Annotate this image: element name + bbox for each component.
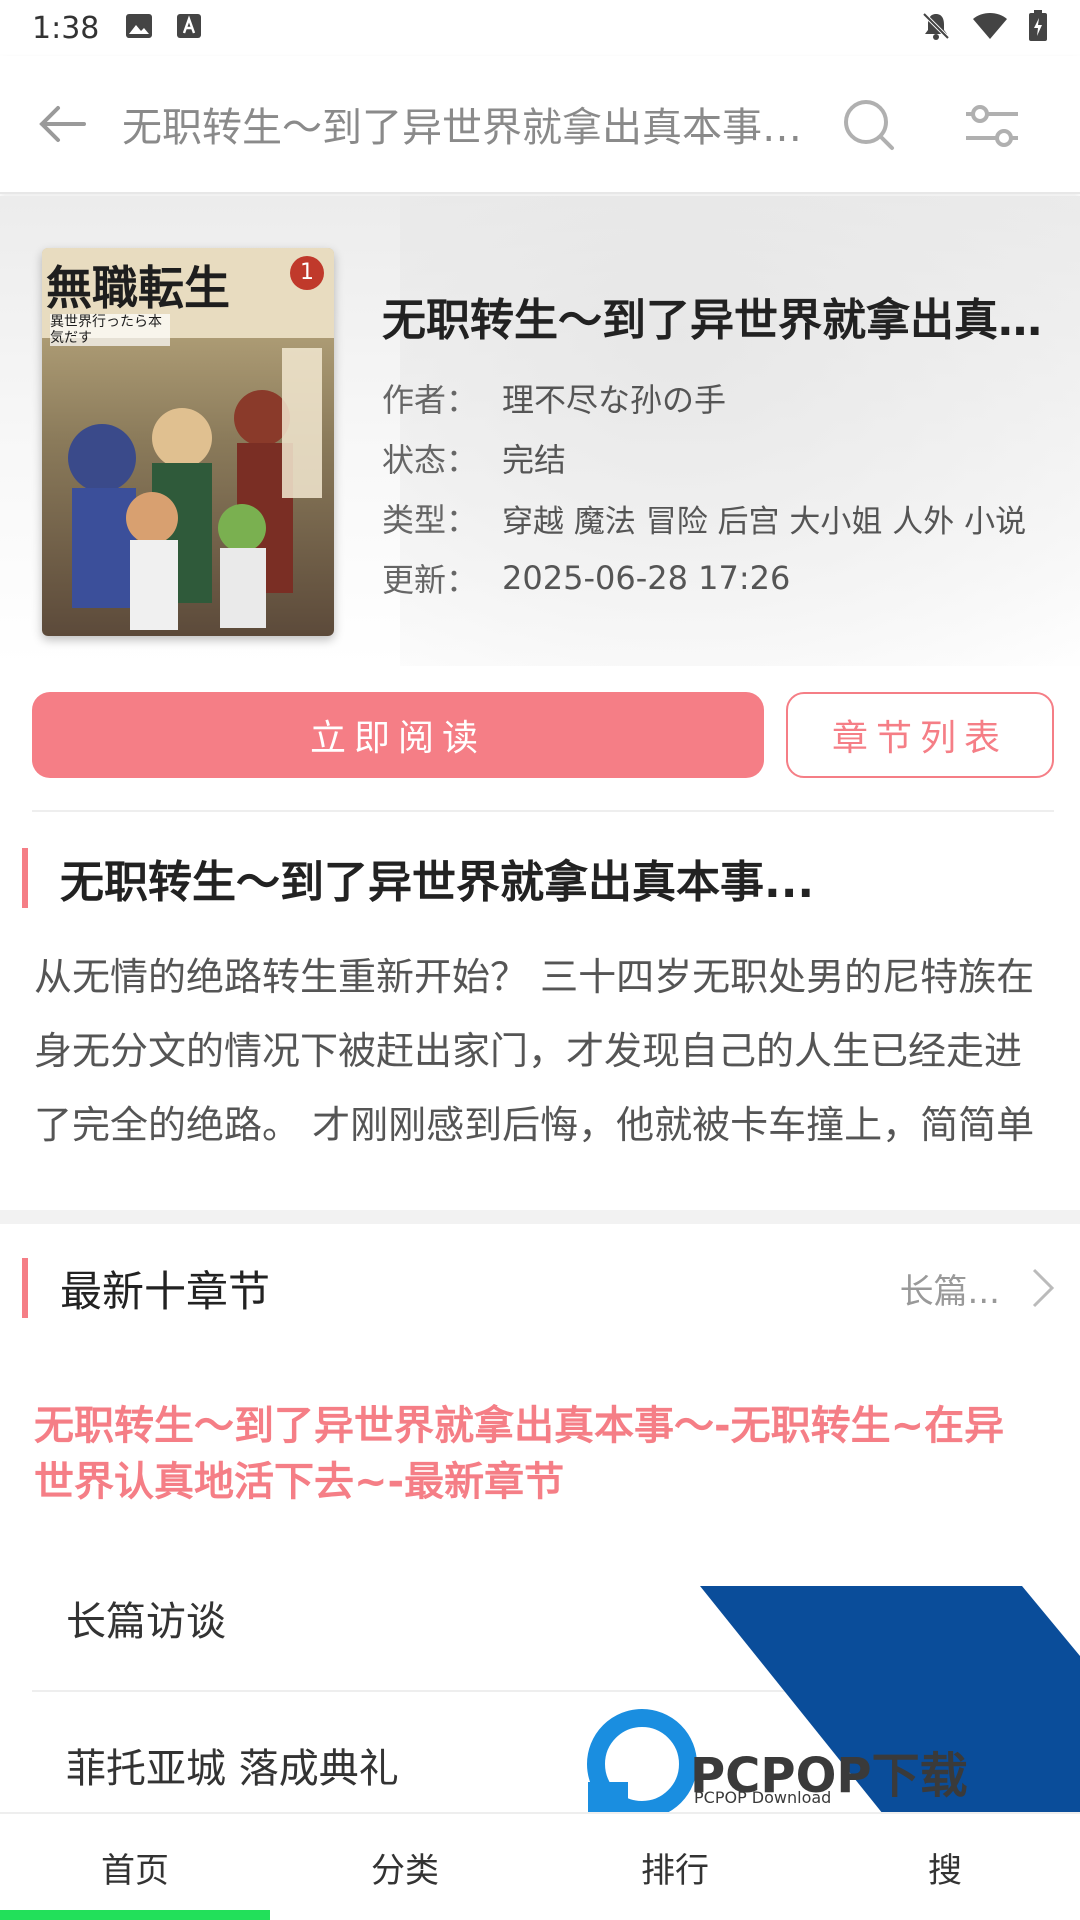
- updated-row: 更新： 2025-06-28 17:26: [382, 548, 1062, 608]
- intro-heading: 无职转生～到了异世界就拿出真本事...: [22, 848, 1022, 908]
- font-icon: [175, 12, 203, 44]
- active-tab-indicator: [0, 1910, 270, 1920]
- author-row: 作者： 理不尽な孙の手: [382, 368, 1062, 428]
- top-toolbar: 无职转生～到了异世界就拿出真本事～-...: [0, 56, 1080, 194]
- nav-home-label: 首页: [101, 1850, 169, 1891]
- updated-label: 更新：: [382, 561, 479, 599]
- chapter-list-button[interactable]: 章节列表: [786, 692, 1054, 778]
- intro-text[interactable]: 从无情的绝路转生重新开始？ 三十四岁无职处男的尼特族在身无分文的情况下被赶出家门…: [34, 940, 1044, 1162]
- book-cover[interactable]: 無職転生 1 異世界行ったら本気だす: [42, 248, 334, 636]
- book-info: 无职转生～到了异世界就拿出真本... 作者： 理不尽な孙の手 状态： 完结 类型…: [382, 284, 1062, 608]
- image-icon: [125, 12, 153, 44]
- nav-ranking-label: 排行: [641, 1850, 709, 1891]
- status-bar: 1:38: [0, 0, 1080, 56]
- latest-more-link[interactable]: 长篇...: [900, 1264, 1000, 1313]
- status-value: 完结: [502, 441, 567, 479]
- book-title: 无职转生～到了异世界就拿出真本...: [382, 295, 1062, 346]
- read-now-button[interactable]: 立即阅读: [32, 692, 764, 778]
- nav-search-label: 搜: [928, 1850, 962, 1891]
- latest-chapter-link[interactable]: 无职转生～到了异世界就拿出真本事～-无职转生~在异世界认真地活下去~-最新章节: [34, 1398, 1044, 1510]
- search-icon[interactable]: [840, 96, 900, 156]
- chapter-item-label: 菲托亚城 落成典礼: [66, 1746, 399, 1792]
- nav-ranking[interactable]: 排行: [540, 1814, 810, 1920]
- latest-chapters-header: 最新十章节 长篇...: [22, 1258, 1058, 1318]
- genre-row: 类型： 穿越 魔法 冒险 后宫 大小姐 人外 小说: [382, 488, 1062, 548]
- wifi-icon: [972, 11, 1008, 45]
- intro-heading-text: 无职转生～到了异世界就拿出真本事...: [60, 857, 815, 908]
- status-time: 1:38: [32, 10, 100, 46]
- chevron-right-icon[interactable]: [1028, 1264, 1058, 1312]
- toolbar-title: 无职转生～到了异世界就拿出真本事～-...: [122, 105, 802, 151]
- book-header: 無職転生 1 異世界行ったら本気だす 无职转生～到了异世界就拿出真本... 作者…: [0, 196, 1080, 666]
- nav-category-label: 分类: [371, 1850, 439, 1891]
- genre-value: 穿越 魔法 冒险 后宫 大小姐 人外 小说: [502, 503, 1027, 540]
- cover-volume-badge: 1: [290, 256, 324, 290]
- cover-subtitle-text: 異世界行ったら本気だす: [50, 314, 170, 346]
- nav-category[interactable]: 分类: [270, 1814, 540, 1920]
- nav-home[interactable]: 首页: [0, 1814, 270, 1920]
- latest-chapters-title: 最新十章节: [60, 1266, 271, 1316]
- bell-off-icon: [920, 10, 952, 46]
- author-label: 作者：: [382, 381, 479, 419]
- status-label: 状态：: [382, 441, 479, 479]
- genre-label: 类型：: [382, 501, 479, 539]
- battery-charging-icon: [1028, 10, 1048, 46]
- nav-search[interactable]: 搜: [810, 1814, 1080, 1920]
- filter-sliders-icon[interactable]: [960, 96, 1024, 156]
- section-separator: [0, 1210, 1080, 1224]
- updated-value: 2025-06-28 17:26: [502, 559, 791, 597]
- bottom-navigation: 首页 分类 排行 搜: [0, 1812, 1080, 1920]
- cover-title-text: 無職転生: [46, 261, 230, 315]
- chapter-item-label: 长篇访谈: [66, 1599, 226, 1645]
- status-row: 状态： 完结: [382, 428, 1062, 488]
- divider: [32, 810, 1054, 812]
- back-arrow-icon[interactable]: [32, 94, 92, 154]
- watermark-sub-text: PCPOP Download: [694, 1788, 832, 1807]
- author-value[interactable]: 理不尽な孙の手: [502, 375, 726, 421]
